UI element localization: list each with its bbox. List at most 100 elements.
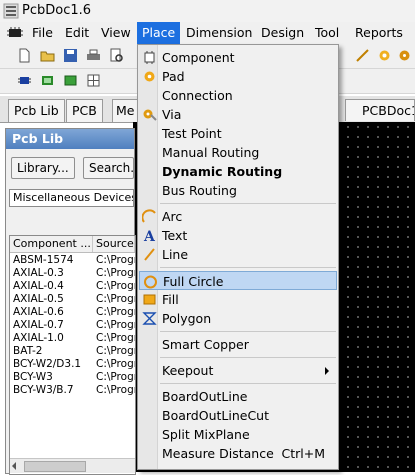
board-tool-icon[interactable]	[63, 73, 78, 88]
table-row[interactable]: AXIAL-0.5 C:\Progr	[10, 293, 135, 306]
table-row[interactable]: AXIAL-0.7 C:\Progr	[10, 319, 135, 332]
menu-edit[interactable]: Edit	[60, 22, 94, 44]
tab-pcb[interactable]: PCB	[66, 99, 103, 122]
menu-item-label: Pad	[162, 69, 185, 84]
component-source-cell: C:\Progr	[96, 319, 136, 331]
menu-item-pad[interactable]: Pad	[139, 67, 337, 86]
component-source-cell: C:\Progr	[96, 358, 136, 370]
component-source-cell: C:\Progr	[96, 293, 136, 305]
menu-item-label: Measure Distance	[162, 446, 274, 461]
menu-item-test-point[interactable]: Test Point	[139, 124, 337, 143]
pcb-lib-panel: Pcb Lib Library... Search... Miscellaneo…	[5, 128, 136, 475]
component-source-cell: C:\Progr	[96, 267, 136, 279]
menu-view[interactable]: View	[96, 22, 136, 44]
menu-reports[interactable]: Reports	[350, 22, 408, 44]
place-menu: Component Pad Connection Via Test Point Manua…	[137, 44, 339, 470]
new-file-icon[interactable]	[17, 48, 32, 63]
menu-item-label: Test Point	[162, 126, 222, 141]
menu-item-text[interactable]: A Text	[139, 226, 337, 245]
menu-item-full-circle[interactable]: Full Circle	[139, 271, 337, 290]
menu-item-label: Dynamic Routing	[162, 164, 283, 179]
chip-icon	[7, 27, 23, 37]
menu-item-label: Fill	[162, 292, 179, 307]
grid-tool-icon[interactable]	[86, 73, 101, 88]
menu-separator	[160, 331, 336, 332]
menu-item-connection[interactable]: Connection	[139, 86, 337, 105]
print-icon[interactable]	[86, 48, 101, 63]
table-row[interactable]: BCY-W3 C:\Progr	[10, 371, 135, 384]
menu-item-label: Smart Copper	[162, 337, 249, 352]
table-row[interactable]: ABSM-1574 C:\Progr	[10, 254, 135, 267]
table-row[interactable]: AXIAL-1.0 C:\Progr	[10, 332, 135, 345]
menu-separator	[160, 267, 336, 268]
table-row[interactable]: BCY-W3/B.7 C:\Progr	[10, 384, 135, 397]
library-button[interactable]: Library...	[11, 157, 75, 179]
tab-pcbdoc[interactable]: PCBDoc1	[345, 99, 415, 121]
table-row[interactable]: BAT-2 C:\Progr	[10, 345, 135, 358]
menu-item-polygon[interactable]: Polygon	[139, 309, 337, 328]
scroll-left-icon[interactable]	[12, 462, 16, 470]
menu-item-keepout[interactable]: Keepout	[139, 361, 337, 380]
table-header: Component ... Source	[10, 236, 135, 253]
menu-place[interactable]: Place	[137, 22, 181, 44]
horizontal-scrollbar[interactable]	[10, 458, 135, 473]
menu-item-component[interactable]: Component	[139, 48, 337, 67]
menu-item-shortcut: Ctrl+M	[281, 446, 326, 461]
menu-item-fill[interactable]: Fill	[139, 290, 337, 309]
menu-item-smart-copper[interactable]: Smart Copper	[139, 335, 337, 354]
app-icon	[3, 3, 19, 19]
window-title: PcbDoc1.6	[22, 3, 92, 18]
panel-title: Pcb Lib	[6, 129, 134, 149]
open-folder-icon[interactable]	[40, 48, 55, 63]
tab-pcb-lib[interactable]: Pcb Lib	[8, 99, 65, 122]
save-icon[interactable]	[63, 48, 78, 63]
menu-item-line[interactable]: Line	[139, 245, 337, 264]
menu-item-dynamic-routing[interactable]: Dynamic Routing	[139, 162, 337, 181]
via-icon	[143, 109, 157, 121]
menu-item-label: BoardOutLine	[162, 389, 248, 404]
full-circle-icon	[144, 275, 157, 289]
component-source-cell: C:\Progr	[96, 306, 136, 318]
menu-item-via[interactable]: Via	[139, 105, 337, 124]
component-source-cell: C:\Progr	[96, 254, 136, 266]
pad-tool-icon[interactable]	[377, 48, 392, 63]
menu-separator	[160, 203, 336, 204]
table-row[interactable]: AXIAL-0.4 C:\Progr	[10, 280, 135, 293]
menu-separator	[160, 357, 336, 358]
menu-dimension[interactable]: Dimension	[181, 22, 257, 44]
scroll-thumb[interactable]	[24, 461, 86, 472]
print-preview-icon[interactable]	[109, 48, 124, 63]
table-row[interactable]: AXIAL-0.3 C:\Progr	[10, 267, 135, 280]
search-button[interactable]: Search...	[83, 157, 134, 179]
component-name-cell: AXIAL-0.7	[13, 319, 64, 331]
menu-item-arc[interactable]: Arc	[139, 207, 337, 226]
menu-item-boardoutline[interactable]: BoardOutLine	[139, 387, 337, 406]
menu-file[interactable]: File	[27, 22, 58, 44]
library-tool-icon[interactable]	[40, 73, 55, 88]
menu-item-split-mixplane[interactable]: Split MixPlane	[139, 425, 337, 444]
menu-item-label: Full Circle	[163, 274, 224, 289]
menu-item-boardoutlinecut[interactable]: BoardOutLineCut	[139, 406, 337, 425]
table-row[interactable]: AXIAL-0.6 C:\Progr	[10, 306, 135, 319]
polygon-icon	[142, 312, 157, 325]
library-select[interactable]: Miscellaneous Devices.pcl	[9, 189, 134, 207]
menu-item-label: Bus Routing	[162, 183, 237, 198]
line-tool-icon[interactable]	[355, 48, 370, 63]
menu-item-manual-routing[interactable]: Manual Routing	[139, 143, 337, 162]
component-tool-icon[interactable]	[17, 73, 32, 88]
component-name-cell: AXIAL-0.4	[13, 280, 64, 292]
menu-design[interactable]: Design	[256, 22, 309, 44]
menu-item-measure-distance[interactable]: Measure Distance Ctrl+M	[139, 444, 337, 463]
menu-bar: File Edit View Place Dimension Design To…	[0, 22, 415, 44]
component-name-cell: AXIAL-0.6	[13, 306, 64, 318]
menu-item-bus-routing[interactable]: Bus Routing	[139, 181, 337, 200]
menu-tool[interactable]: Tool	[310, 22, 344, 44]
column-source[interactable]: Source	[93, 236, 135, 252]
column-component[interactable]: Component ...	[10, 236, 93, 252]
table-row[interactable]: BCY-W2/D3.1 C:\Progr	[10, 358, 135, 371]
menu-item-label: Keepout	[162, 363, 214, 378]
menu-item-label: Split MixPlane	[162, 427, 250, 442]
menu-item-label: Arc	[162, 209, 183, 224]
via-tool-icon[interactable]	[397, 48, 412, 63]
pad-icon	[144, 71, 155, 82]
